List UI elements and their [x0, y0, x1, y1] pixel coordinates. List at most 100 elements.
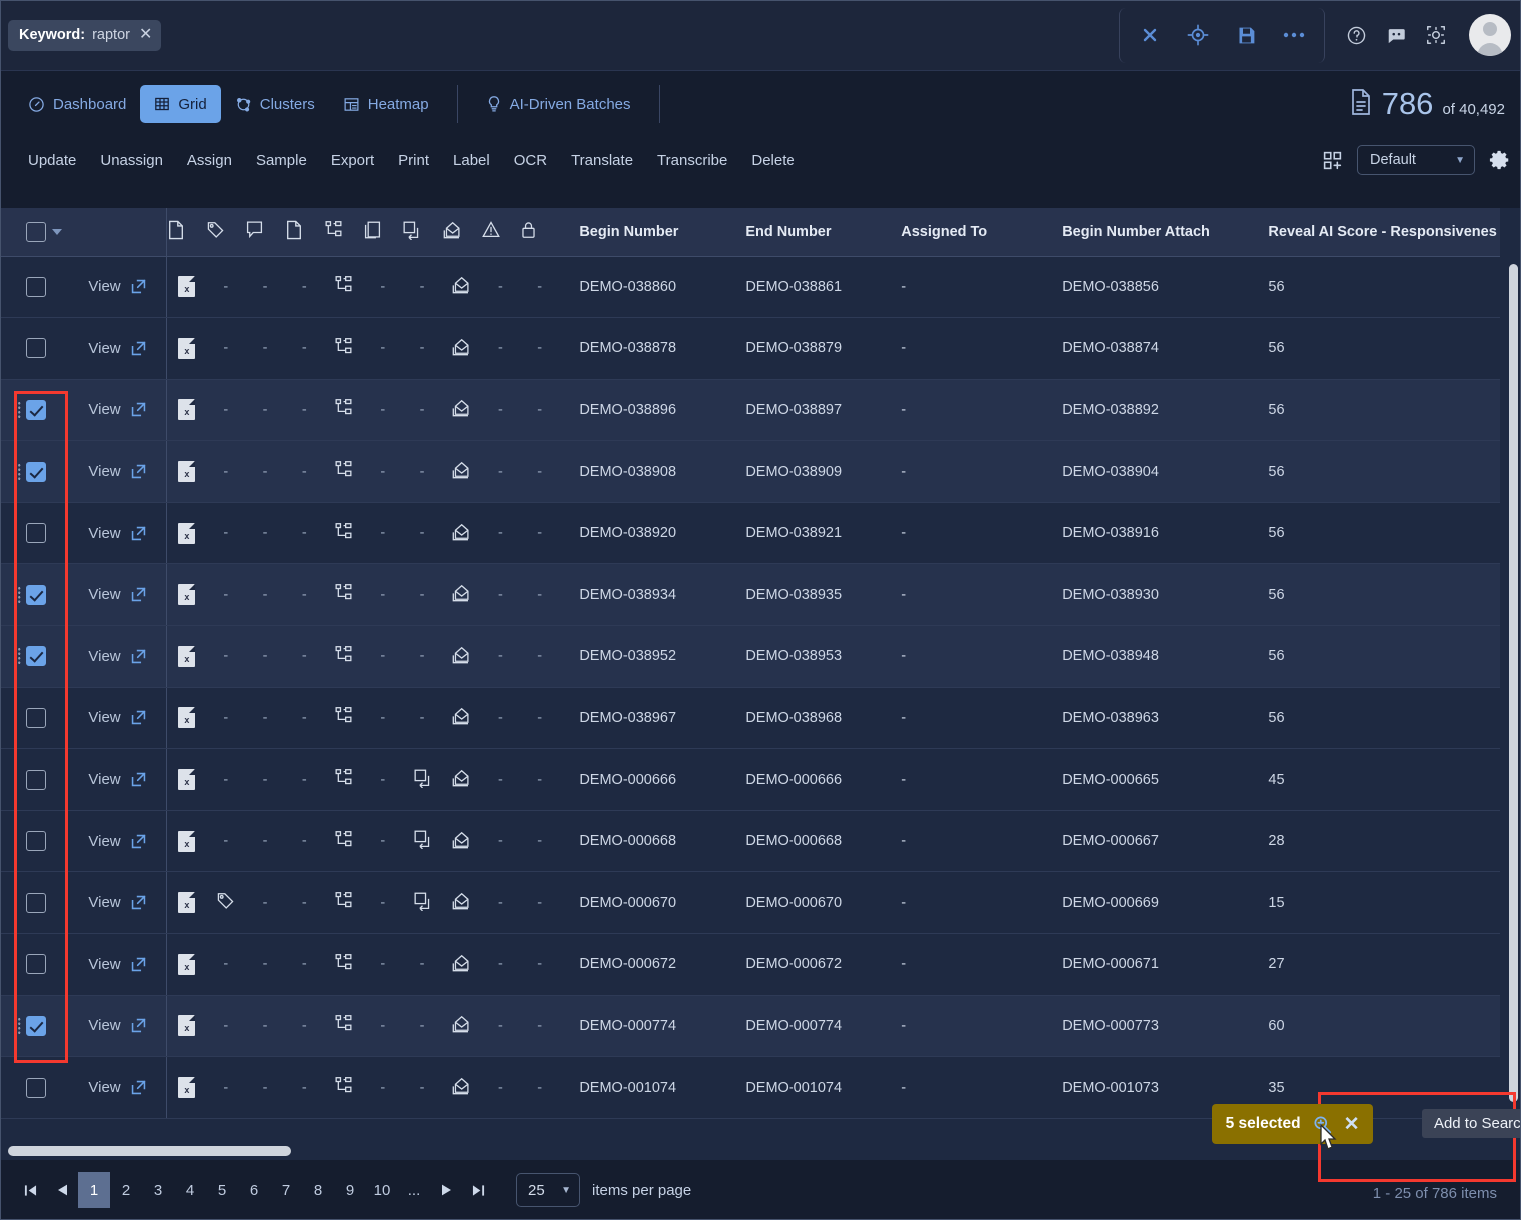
page-button-5[interactable]: 5 [206, 1172, 238, 1208]
action-sample[interactable]: Sample [244, 152, 319, 169]
items-per-page-selector[interactable]: 25 ▼ [516, 1173, 580, 1207]
prev-page-button[interactable] [46, 1172, 78, 1208]
select-all-checkbox[interactable] [26, 221, 46, 242]
drag-handle-icon[interactable] [14, 647, 21, 666]
view-link[interactable]: View [88, 771, 120, 788]
row-select-cell[interactable] [0, 625, 67, 688]
row-select-cell[interactable] [0, 871, 67, 935]
tab-clusters[interactable]: Clusters [221, 85, 329, 123]
feedback-icon[interactable] [1379, 18, 1413, 52]
row-view-cell[interactable]: View [66, 995, 167, 1058]
view-selector[interactable]: Default ▼ [1357, 145, 1475, 175]
open-external-icon[interactable] [130, 894, 147, 911]
table-row[interactable]: View x - - - - - - - DEMO-038934 DEMO-038935- DEMO-… [0, 563, 1500, 627]
page-button-9[interactable]: 9 [334, 1172, 366, 1208]
action-translate[interactable]: Translate [559, 152, 645, 169]
action-label[interactable]: Label [441, 152, 502, 169]
zoom-in-icon[interactable] [1313, 1115, 1332, 1134]
header-lock-icon[interactable] [520, 208, 560, 257]
table-row[interactable]: View x - - - - - - DEMO-000666 DEMO-000666- DEMO-0… [0, 748, 1500, 811]
action-print[interactable]: Print [386, 152, 441, 169]
tab-grid[interactable]: Grid [140, 85, 221, 123]
tab-heatmap[interactable]: Heatmap [329, 85, 443, 123]
table-row[interactable]: View x - - - - - - - DEMO-038908 DEMO-038909- DEMO-… [0, 440, 1500, 503]
row-select-cell[interactable] [0, 440, 67, 503]
row-checkbox[interactable] [26, 1015, 46, 1036]
table-row[interactable]: View x - - - - - - - DEMO-038967 DEMO-038968- DEMO-… [0, 687, 1500, 750]
table-row[interactable]: View x - - - - - - - DEMO-000672 DEMO-000672- DEMO-… [0, 933, 1500, 996]
more-options-button[interactable] [1270, 11, 1318, 59]
tab-ai-driven-batches[interactable]: AI-Driven Batches [472, 85, 645, 123]
drag-handle-icon[interactable] [14, 585, 21, 604]
drag-handle-icon[interactable] [14, 400, 21, 419]
open-external-icon[interactable] [130, 525, 147, 542]
action-transcribe[interactable]: Transcribe [645, 152, 739, 169]
view-link[interactable]: View [88, 278, 120, 295]
view-link[interactable]: View [88, 1079, 120, 1096]
table-row[interactable]: View x - - - - - - - DEMO-038878 DEMO-038879- DEMO-… [0, 317, 1500, 380]
row-select-cell[interactable] [0, 748, 67, 811]
open-external-icon[interactable] [130, 278, 147, 295]
page-button-1[interactable]: 1 [78, 1172, 110, 1208]
last-page-button[interactable] [462, 1172, 494, 1208]
row-select-cell[interactable] [0, 810, 67, 873]
view-link[interactable]: View [88, 401, 120, 418]
keyword-chip[interactable]: Keyword: raptor ✕ [8, 19, 162, 51]
page-button-2[interactable]: 2 [110, 1172, 142, 1208]
row-view-cell[interactable]: View [66, 748, 167, 811]
open-external-icon[interactable] [130, 401, 147, 418]
tab-dashboard[interactable]: Dashboard [14, 85, 140, 123]
table-row[interactable]: View x - - - - - - - DEMO-038860 DEMO-038861- DEMO-… [0, 256, 1500, 319]
header-tag-icon[interactable] [206, 208, 246, 257]
header-end-number[interactable]: End Number [725, 208, 882, 257]
row-checkbox[interactable] [26, 276, 46, 297]
open-external-icon[interactable] [130, 463, 147, 480]
header-reveal-ai-score[interactable]: Reveal AI Score - Responsivenes [1248, 208, 1500, 257]
action-update[interactable]: Update [16, 152, 88, 169]
clear-search-button[interactable] [1126, 11, 1174, 59]
view-link[interactable]: View [88, 463, 120, 480]
row-checkbox[interactable] [26, 584, 46, 605]
row-select-cell[interactable] [0, 563, 67, 627]
row-checkbox[interactable] [26, 707, 46, 728]
header-duplicate-icon[interactable] [363, 208, 403, 257]
view-link[interactable]: View [88, 648, 120, 665]
row-view-cell[interactable]: View [66, 810, 167, 873]
row-checkbox[interactable] [26, 461, 46, 482]
row-checkbox[interactable] [26, 399, 46, 420]
page-button-6[interactable]: 6 [238, 1172, 270, 1208]
page-button-8[interactable]: 8 [302, 1172, 334, 1208]
row-checkbox[interactable] [26, 831, 46, 852]
row-select-cell[interactable] [0, 933, 67, 996]
first-page-button[interactable] [14, 1172, 46, 1208]
row-checkbox[interactable] [26, 1077, 46, 1098]
page-button-10[interactable]: 10 [366, 1172, 398, 1208]
drag-handle-icon[interactable] [14, 462, 21, 481]
row-view-cell[interactable]: View [66, 256, 167, 319]
page-button-7[interactable]: 7 [270, 1172, 302, 1208]
drag-handle-icon[interactable] [14, 1016, 21, 1035]
table-row[interactable]: View x - - - - - - - DEMO-038920 DEMO-038921- DEMO-… [0, 502, 1500, 565]
row-view-cell[interactable]: View [66, 1056, 167, 1119]
help-icon[interactable] [1339, 18, 1373, 52]
header-document-icon[interactable] [166, 208, 207, 257]
row-view-cell[interactable]: View [66, 687, 167, 750]
open-external-icon[interactable] [130, 1079, 147, 1096]
action-delete[interactable]: Delete [739, 152, 806, 169]
open-external-icon[interactable] [130, 956, 147, 973]
view-link[interactable]: View [88, 340, 120, 357]
page-button-4[interactable]: 4 [174, 1172, 206, 1208]
row-select-cell[interactable] [0, 1056, 67, 1119]
close-icon[interactable]: ✕ [139, 27, 152, 43]
document-grid[interactable]: Begin Number End Number Assigned To Begi… [0, 208, 1521, 1160]
avatar[interactable] [1469, 14, 1511, 56]
row-checkbox[interactable] [26, 954, 46, 975]
table-row[interactable]: View x - - - - - - - DEMO-000774 DEMO-000774- DEMO-… [0, 995, 1500, 1058]
open-external-icon[interactable] [130, 833, 147, 850]
header-page-icon[interactable] [284, 208, 324, 257]
row-view-cell[interactable]: View [66, 317, 167, 380]
open-external-icon[interactable] [130, 1017, 147, 1034]
table-row[interactable]: View x - - - - - DEMO-000670 DEMO-000670- DEMO-00… [0, 871, 1500, 935]
view-link[interactable]: View [88, 1017, 120, 1034]
table-row[interactable]: View x - - - - - - DEMO-000668 DEMO-000668- DEMO-0… [0, 810, 1500, 873]
